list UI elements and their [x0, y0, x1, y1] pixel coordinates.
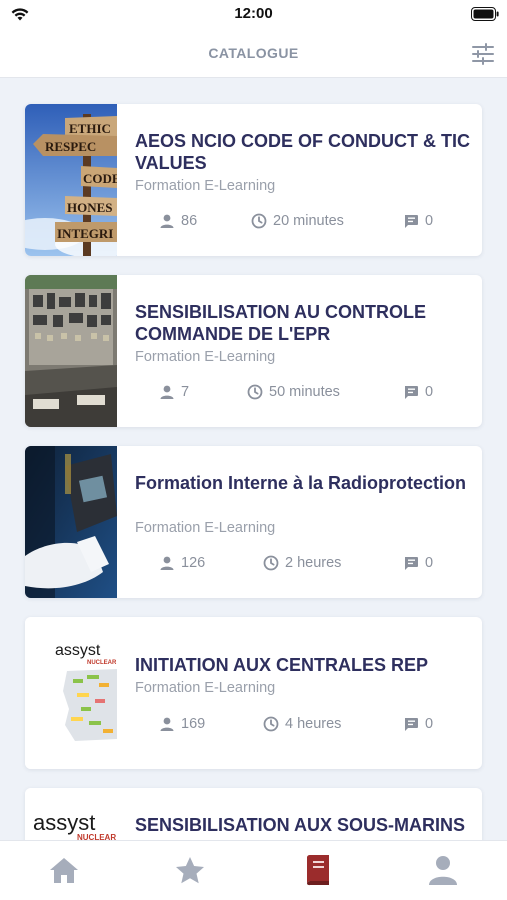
- page-title: CATALOGUE: [208, 45, 299, 61]
- comment-icon: [405, 718, 418, 731]
- status-time: 12:00: [234, 5, 273, 22]
- course-title: SENSIBILISATION AU CONTROLE COMMANDE DE …: [135, 302, 427, 344]
- sign-text-4: INTEGRI: [57, 226, 113, 241]
- course-type: Formation E-Learning: [135, 349, 276, 365]
- duration-value: 50 minutes: [269, 384, 340, 400]
- course-meta: 7 50 minutes 0: [135, 382, 470, 402]
- course-list[interactable]: ETHIC RESPEC CODE HONES INTEGRI AEOS NCI…: [0, 78, 507, 840]
- sign-text-0: ETHIC: [69, 121, 111, 136]
- learners-value: 126: [181, 555, 206, 571]
- clock-icon: [251, 213, 267, 229]
- course-card[interactable]: assyst NUCLEAR INITIATION AUX CENTRALES …: [25, 617, 482, 769]
- comment-icon: [405, 386, 418, 399]
- clock-icon: [263, 555, 279, 571]
- book-icon: [307, 854, 329, 886]
- learners-count: 169: [159, 714, 205, 734]
- duration-value: 2 heures: [285, 555, 342, 571]
- user-icon: [160, 214, 174, 228]
- course-card[interactable]: assyst NUCLEAR SENSIBILISATION AUX SOUS-…: [25, 788, 482, 840]
- course-duration: 2 heures: [263, 553, 341, 573]
- comment-icon: [405, 557, 418, 570]
- comments-value: 0: [425, 213, 434, 229]
- course-card[interactable]: SENSIBILISATION AU CONTROLE COMMANDE DE …: [25, 275, 482, 427]
- learners-value: 86: [181, 213, 198, 229]
- course-thumbnail-ethics-signpost: ETHIC RESPEC CODE HONES INTEGRI: [25, 104, 117, 256]
- filter-settings-icon[interactable]: [471, 42, 495, 66]
- course-duration: 50 minutes: [247, 382, 340, 402]
- star-icon: [176, 857, 204, 884]
- learners-value: 7: [181, 384, 190, 400]
- user-icon: [160, 556, 174, 570]
- logo-subtext: NUCLEAR: [77, 833, 116, 840]
- course-thumbnail-assystem-map: assyst NUCLEAR: [25, 617, 117, 769]
- comments-value: 0: [425, 384, 434, 400]
- comment-icon: [405, 215, 418, 228]
- learners-value: 169: [181, 716, 206, 732]
- comments-count: 0: [403, 382, 433, 402]
- course-title: SENSIBILISATION AUX SOUS-MARINS NUCLEAIR…: [135, 815, 466, 840]
- course-type: Formation E-Learning: [135, 680, 276, 696]
- tab-favorites[interactable]: [173, 853, 207, 887]
- course-title: AEOS NCIO CODE OF CONDUCT & TIC VALUES: [135, 131, 471, 173]
- course-meta: 126 2 heures 0: [135, 553, 470, 573]
- comments-count: 0: [403, 553, 433, 573]
- clock-icon: [247, 384, 263, 400]
- comments-count: 0: [403, 714, 433, 734]
- comments-value: 0: [425, 555, 434, 571]
- course-duration: 4 heures: [263, 714, 341, 734]
- duration-value: 20 minutes: [273, 213, 344, 229]
- header: CATALOGUE: [0, 30, 507, 78]
- user-icon: [160, 385, 174, 399]
- sign-text-2: CODE: [83, 171, 117, 186]
- sign-text-1: RESPEC: [45, 139, 96, 154]
- course-type: Formation E-Learning: [135, 520, 276, 536]
- learners-count: 126: [159, 553, 205, 573]
- clock-icon: [263, 716, 279, 732]
- course-card[interactable]: Formation Interne à la Radioprotection F…: [25, 446, 482, 598]
- tab-catalogue[interactable]: [300, 853, 334, 887]
- battery-icon: [471, 7, 499, 21]
- tab-home[interactable]: [47, 853, 81, 887]
- course-thumbnail-radiation-meter: [25, 446, 117, 598]
- course-meta: 169 4 heures 0: [135, 714, 470, 734]
- duration-value: 4 heures: [285, 716, 342, 732]
- user-icon: [160, 717, 174, 731]
- sign-text-3: HONES: [67, 200, 113, 215]
- course-duration: 20 minutes: [251, 211, 344, 231]
- course-thumbnail-assystem-logo: assyst NUCLEAR: [25, 788, 117, 840]
- course-thumbnail-control-room: [25, 275, 117, 427]
- home-icon: [50, 858, 78, 883]
- comments-count: 0: [403, 211, 433, 231]
- course-type: Formation E-Learning: [135, 178, 276, 194]
- learners-count: 86: [159, 211, 197, 231]
- course-card[interactable]: ETHIC RESPEC CODE HONES INTEGRI AEOS NCI…: [25, 104, 482, 256]
- course-title: Formation Interne à la Radioprotection: [135, 473, 467, 493]
- logo-text: assyst: [33, 810, 95, 835]
- logo-subtext: NUCLEAR: [87, 660, 117, 666]
- logo-text: assyst: [55, 642, 101, 659]
- learners-count: 7: [159, 382, 189, 402]
- tab-profile[interactable]: [426, 853, 460, 887]
- comments-value: 0: [425, 716, 434, 732]
- course-title: INITIATION AUX CENTRALES REP: [135, 655, 429, 675]
- course-meta: 86 20 minutes 0: [135, 211, 470, 231]
- user-icon: [429, 856, 457, 885]
- bottom-tab-bar: [0, 840, 507, 900]
- status-bar: 12:00: [0, 0, 507, 30]
